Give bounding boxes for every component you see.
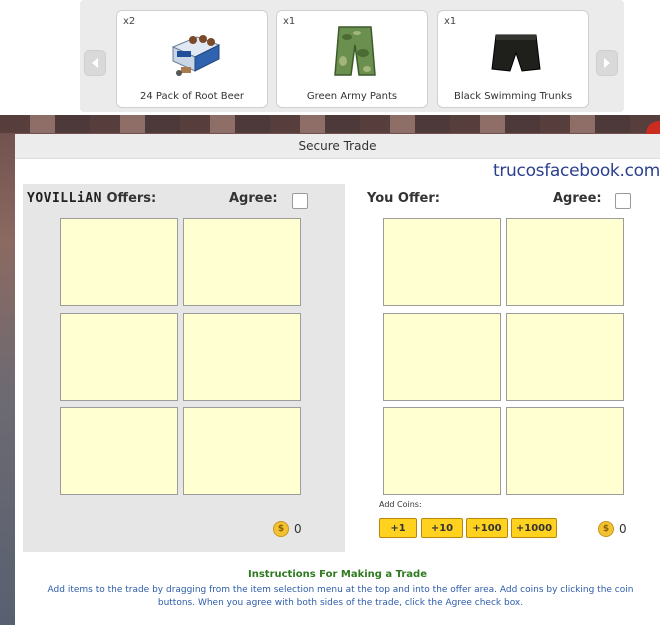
scroll-right-button[interactable] [596,50,618,76]
add-1000-coins-button[interactable]: +1000 [511,518,557,538]
your-agree-label: Agree: [553,191,602,206]
partner-name: YOVILLiAN [27,191,102,206]
their-coin-count: 0 [294,522,302,536]
add-coins-label: Add Coins: [379,500,422,509]
coin-icon: $ [598,521,614,537]
their-offer-slot [183,313,301,401]
item-quantity: x2 [123,16,136,27]
your-offer-title: You Offer: [367,191,440,206]
secure-trade-window: Secure Trade trucosfacebook.com YOVILLiA… [15,134,660,625]
item-quantity: x1 [444,16,457,27]
their-offer-title: YOVILLiAN Offers: [27,191,156,206]
instructions-title: Instructions For Making a Trade [248,569,427,580]
coin-icon: $ [273,521,289,537]
root-beer-pack-icon [171,35,221,76]
add-100-coins-button[interactable]: +100 [466,518,508,538]
instructions-text: Add items to the trade by dragging from … [47,585,634,608]
your-offer-slot[interactable] [506,313,624,401]
their-agree-label: Agree: [229,191,278,206]
your-offer-slot[interactable] [383,407,501,495]
offers-label: Offers: [106,191,157,206]
add-1-coin-button[interactable]: +1 [379,518,417,538]
their-offer-slot [60,313,178,401]
watermark: trucosfacebook.com [493,161,660,181]
selector-item-swim-trunks[interactable]: x1 Black Swimming Trunks [437,10,589,108]
window-title: Secure Trade [15,134,660,159]
your-agree-checkbox[interactable] [615,193,631,209]
swim-trunks-icon [491,34,541,72]
their-offer-slot [60,407,178,495]
item-quantity: x1 [283,16,296,27]
arrow-left-icon [92,58,98,68]
item-name: 24 Pack of Root Beer [139,91,244,102]
item-selector: x2 24 Pack of Root Beer x1 Green Army Pa… [80,0,624,112]
add-10-coins-button[interactable]: +10 [421,518,463,538]
arrow-right-icon [604,58,610,68]
scroll-left-button[interactable] [84,50,106,76]
item-name: Black Swimming Trunks [453,91,573,102]
their-offer-slot [60,218,178,306]
selector-item-root-beer[interactable]: x2 24 Pack of Root Beer [116,10,268,108]
item-name: Green Army Pants [306,91,398,102]
your-offer-slot[interactable] [506,407,624,495]
selector-item-army-pants[interactable]: x1 Green Army Pants [276,10,428,108]
their-offer-slot [183,407,301,495]
your-offer-slot[interactable] [506,218,624,306]
army-pants-icon [334,26,376,76]
their-offer-slot [183,218,301,306]
their-agree-checkbox [292,193,308,209]
your-offer-slot[interactable] [383,218,501,306]
your-coin-count: 0 [619,522,627,536]
your-offer-slot[interactable] [383,313,501,401]
